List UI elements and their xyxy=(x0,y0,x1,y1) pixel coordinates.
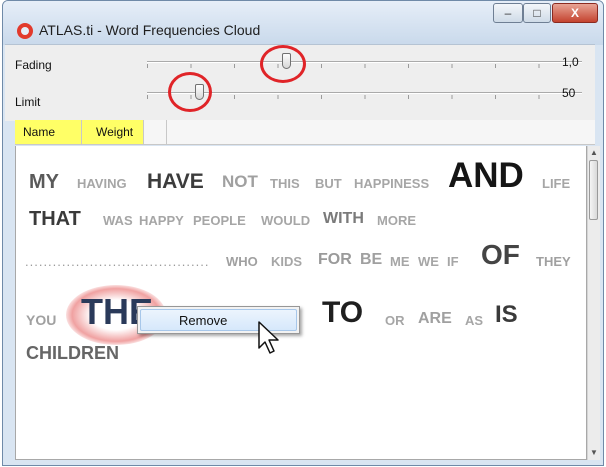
cloud-word[interactable]: AND xyxy=(448,158,524,193)
column-header-weight[interactable]: Weight xyxy=(82,120,144,144)
limit-slider-ticks xyxy=(147,95,582,99)
cloud-word[interactable]: TO xyxy=(322,298,363,328)
cloud-word[interactable]: PEOPLE xyxy=(193,214,246,227)
cloud-word[interactable]: IS xyxy=(495,303,518,327)
cloud-word[interactable]: THEY xyxy=(536,255,571,268)
cloud-word[interactable]: OF xyxy=(481,241,520,269)
cloud-word[interactable]: HAVE xyxy=(147,171,204,192)
cloud-word[interactable]: WAS xyxy=(103,214,133,227)
column-header-name[interactable]: Name xyxy=(15,120,82,144)
cloud-word[interactable]: BUT xyxy=(315,177,342,190)
limit-annotation-circle xyxy=(168,72,212,112)
cloud-word[interactable]: AS xyxy=(465,314,483,327)
maximize-button[interactable]: □ xyxy=(523,3,551,23)
fading-label: Fading xyxy=(15,58,52,72)
scroll-down-arrow-icon[interactable]: ▼ xyxy=(588,446,600,460)
cloud-word[interactable]: THAT xyxy=(29,209,81,229)
fading-slider-track[interactable] xyxy=(147,61,582,63)
cloud-controls-panel: Fading 1,0 Limit 50 xyxy=(5,44,595,121)
fading-value: 1,0 xyxy=(562,55,579,69)
cloud-word[interactable]: WHO xyxy=(226,255,258,268)
cloud-word[interactable]: HAPPY xyxy=(139,214,184,227)
scrollbar-thumb[interactable] xyxy=(589,160,598,220)
mouse-pointer-icon xyxy=(258,321,279,354)
cloud-word[interactable]: MY xyxy=(29,172,59,192)
fading-slider-ticks xyxy=(147,64,582,68)
scroll-up-arrow-icon[interactable]: ▲ xyxy=(588,146,600,160)
cloud-word[interactable]: MORE xyxy=(377,214,416,227)
close-button[interactable]: X xyxy=(552,3,598,23)
window-title: ATLAS.ti - Word Frequencies Cloud xyxy=(39,22,261,38)
title-bar[interactable]: ATLAS.ti - Word Frequencies Cloud – □ X xyxy=(3,1,603,45)
fading-annotation-circle xyxy=(260,45,306,83)
cloud-word[interactable]: NOT xyxy=(222,173,258,190)
cloud-word[interactable]: YOU xyxy=(26,313,56,327)
cloud-word[interactable]: LIFE xyxy=(542,177,570,190)
cloud-word[interactable]: ARE xyxy=(418,311,452,327)
cloud-word[interactable]: KIDS xyxy=(271,255,302,268)
limit-value: 50 xyxy=(562,86,576,100)
cloud-word[interactable]: ME xyxy=(390,255,410,268)
cloud-word[interactable]: WITH xyxy=(323,211,364,227)
cloud-word[interactable]: CHILDREN xyxy=(26,344,119,362)
cloud-word[interactable]: THIS xyxy=(270,177,300,190)
cloud-word[interactable]: WE xyxy=(418,255,439,268)
column-header-bar: Name Weight xyxy=(15,120,595,145)
cloud-word[interactable]: HAPPINESS xyxy=(354,177,429,190)
column-header-blank xyxy=(144,120,167,144)
cloud-vertical-scrollbar[interactable]: ▲ ▼ xyxy=(587,146,600,460)
limit-label: Limit xyxy=(15,95,41,109)
cloud-word[interactable]: BE xyxy=(360,252,382,268)
cloud-word[interactable]: HAVING xyxy=(77,177,127,190)
atlas-ti-logo-icon xyxy=(17,23,33,39)
cloud-word[interactable]: FOR xyxy=(318,252,352,268)
cloud-word[interactable]: IF xyxy=(447,255,459,268)
cloud-dots-filler: ........................................ xyxy=(25,254,210,269)
cloud-word[interactable]: OR xyxy=(385,314,405,327)
limit-slider-track[interactable] xyxy=(147,92,582,94)
cloud-word[interactable]: WOULD xyxy=(261,214,310,227)
minimize-button[interactable]: – xyxy=(493,3,523,23)
